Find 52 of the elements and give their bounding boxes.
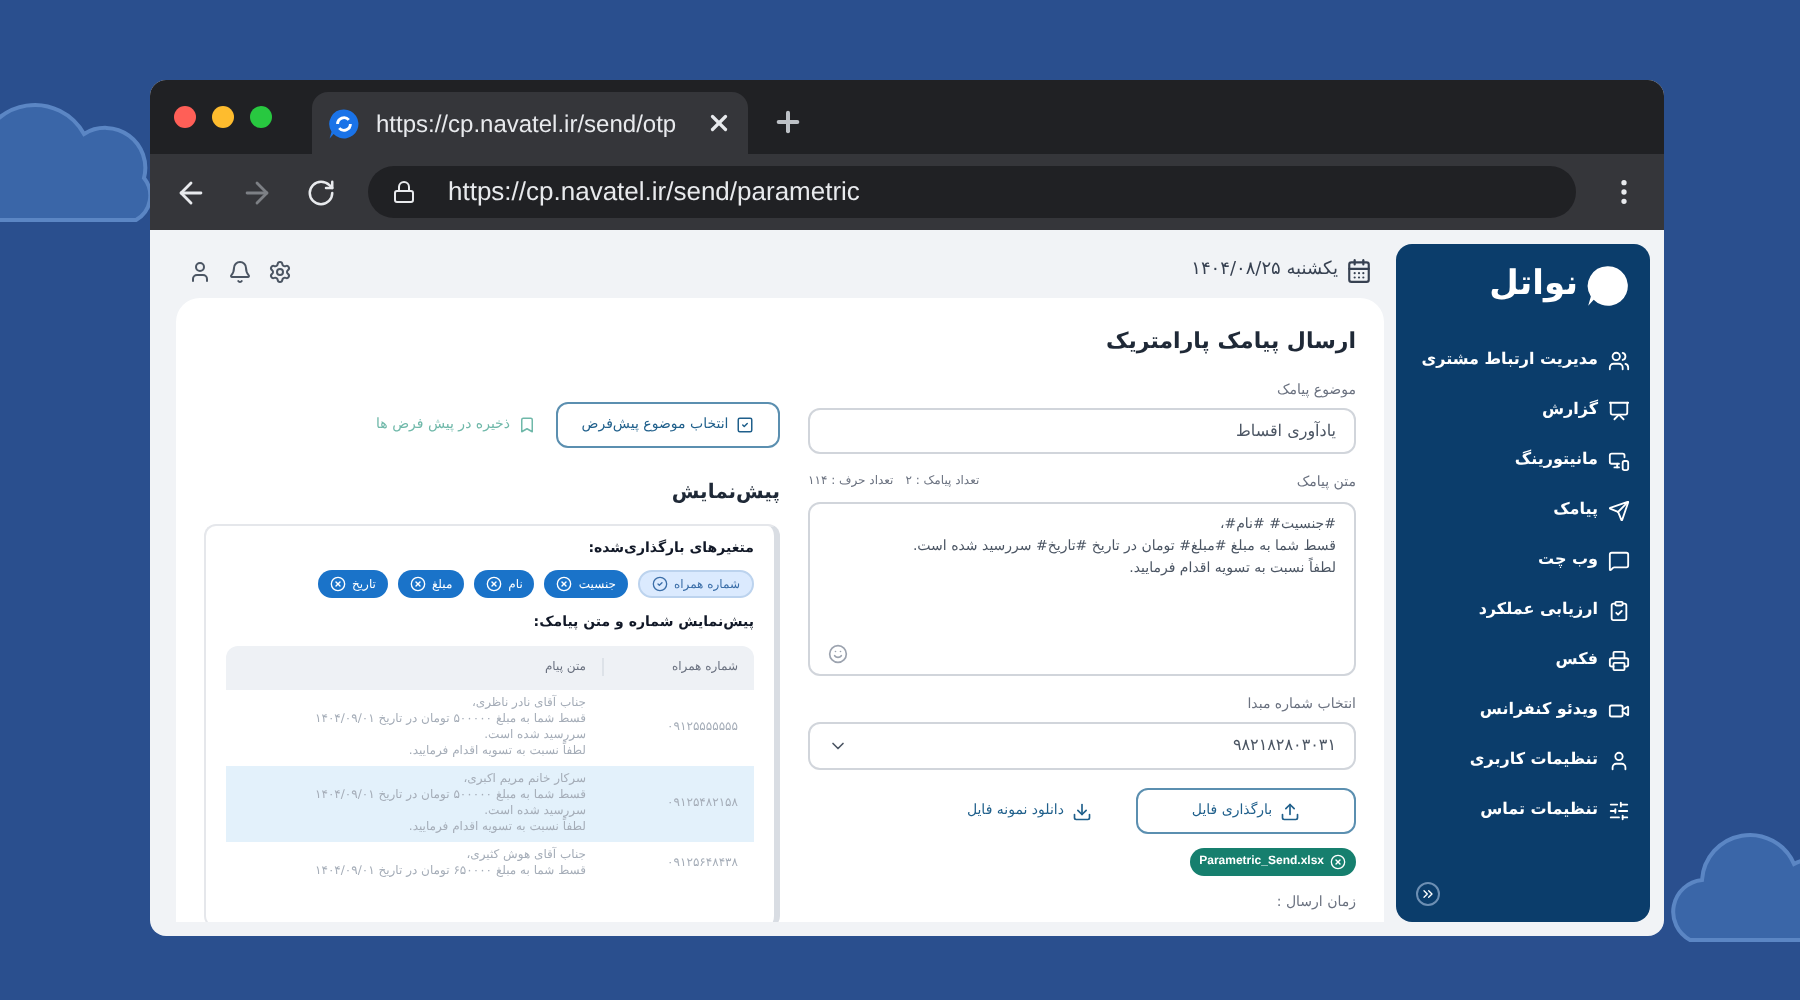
nav-icon <box>1608 349 1630 371</box>
remove-icon[interactable] <box>486 576 503 592</box>
sender-select[interactable]: ۹۸۲۱۸۲۸۰۳۰۳۱ <box>808 722 1356 770</box>
maximize-window-icon[interactable] <box>250 106 272 128</box>
page-title: ارسال پیامک پارامتریک <box>1104 326 1356 358</box>
nav-icon <box>1608 499 1630 521</box>
upload-icon <box>1280 801 1301 821</box>
reload-icon[interactable] <box>306 177 336 207</box>
address-bar[interactable]: https://cp.navatel.ir/send/parametric <box>368 166 1576 218</box>
sidebar-item[interactable]: فکس <box>1416 635 1630 685</box>
remove-icon[interactable] <box>1330 854 1346 870</box>
nav-icon <box>1608 799 1630 821</box>
logo-text: نواتل <box>1489 262 1578 308</box>
lock-icon <box>392 180 416 204</box>
sidebar-item[interactable]: وب چت <box>1416 535 1630 585</box>
nav-icon <box>1608 699 1630 721</box>
browser-tab[interactable]: https://cp.navatel.ir/send/otp <box>312 92 748 154</box>
bookmark-icon <box>518 415 536 433</box>
sidebar-item[interactable]: ارزیابی عملکرد <box>1416 585 1630 635</box>
close-tab-icon[interactable] <box>706 110 732 136</box>
nav-icon <box>1608 599 1630 621</box>
minimize-window-icon[interactable] <box>212 106 234 128</box>
new-tab-icon[interactable] <box>772 106 804 138</box>
sidebar-item[interactable]: گزارش <box>1416 385 1630 435</box>
sidebar-item[interactable]: مانیتورینگ <box>1416 435 1630 485</box>
sidebar-item[interactable]: پیامک <box>1416 485 1630 535</box>
calendar-icon <box>1346 258 1372 284</box>
collapse-icon[interactable] <box>1416 882 1440 906</box>
nav-icon <box>1608 649 1630 671</box>
subject-field[interactable]: یادآوری اقساط <box>808 408 1356 454</box>
nav-icon <box>1608 399 1630 421</box>
profile-icon[interactable] <box>188 259 212 283</box>
nav-icon <box>1608 749 1630 771</box>
sidebar-item[interactable]: تنظیمات کاربری <box>1416 735 1630 785</box>
download-icon <box>1072 801 1092 821</box>
remove-icon[interactable] <box>409 576 426 592</box>
settings-icon[interactable] <box>268 259 292 283</box>
site-logo-icon <box>328 107 360 139</box>
notification-icon[interactable] <box>228 259 252 283</box>
date-text: یکشنبه ۱۴۰۴/۰۸/۲۵ <box>1191 257 1338 284</box>
checkbox-icon <box>736 415 755 433</box>
sidebar-item[interactable]: تنظیمات تماس <box>1416 785 1630 835</box>
sidebar-item[interactable]: مدیریت ارتباط مشتری <box>1416 335 1630 385</box>
check-icon <box>651 576 668 592</box>
remove-icon[interactable] <box>330 576 346 592</box>
logo-icon <box>1586 263 1630 308</box>
nav-icon <box>1608 549 1630 571</box>
sidebar-item[interactable]: ویدئو کنفرانس <box>1416 685 1630 735</box>
nav-icon <box>1608 449 1630 471</box>
preview-title: پیش‌نمایش <box>669 479 780 507</box>
remove-icon[interactable] <box>556 576 573 592</box>
close-window-icon[interactable] <box>174 106 196 128</box>
